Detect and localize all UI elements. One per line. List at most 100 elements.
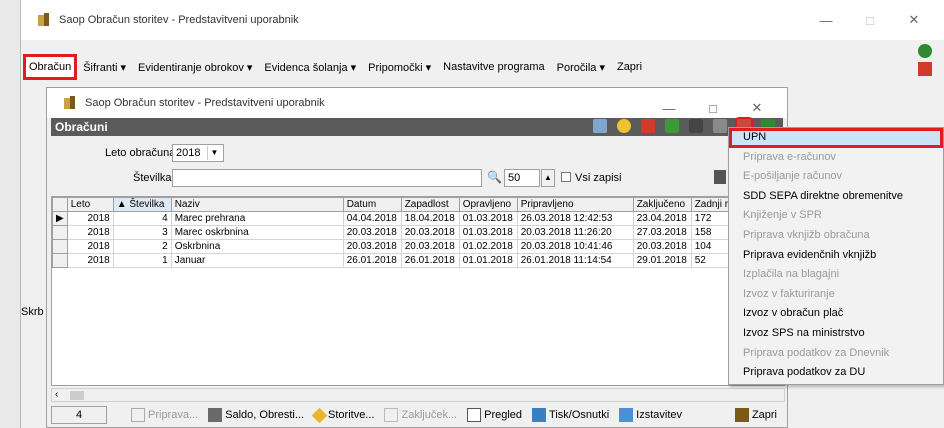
menu-item-priprava-e-racunov[interactable]: Priprava e-računov [729, 148, 943, 168]
table-cell: 20.03.2018 11:26:20 [516, 225, 634, 240]
saldo-obresti-label: Saldo, Obresti... [225, 409, 305, 421]
row-indicator-header [52, 197, 68, 212]
row-indicator: ▶ [52, 211, 68, 226]
excel-icon[interactable] [665, 119, 679, 133]
column-header[interactable]: Zapadlost [400, 197, 460, 212]
table-row[interactable]: 2018 2 Oskrbnina 20.03.2018 20.03.2018 0… [52, 239, 742, 254]
storitve-button[interactable]: Storitve... [311, 407, 375, 423]
column-header[interactable]: Naziv [170, 197, 344, 212]
column-header[interactable]: ▲ Številka [112, 197, 172, 212]
table-cell: 29.01.2018 [632, 253, 692, 268]
export-dropdown-menu: UPN Priprava e-računov E-pošiljanje raču… [728, 127, 944, 385]
row-indicator [52, 239, 68, 254]
main-window-title: Saop Obračun storitev - Predstavitveni u… [59, 14, 299, 26]
search-icon[interactable]: 🔍 [487, 170, 502, 184]
table-cell: 27.03.2018 [632, 225, 692, 240]
minimize-button[interactable]: — [804, 13, 848, 28]
column-header[interactable]: Pripravljeno [516, 197, 634, 212]
year-select[interactable]: 2018 ▼ [172, 144, 224, 162]
table-cell: 2018 [66, 225, 114, 240]
menu-evidentiranje-obrokov[interactable]: Evidentiranje obrokov ▾ [132, 61, 258, 74]
column-header[interactable]: Datum [342, 197, 402, 212]
side-label: Skrb [21, 306, 44, 318]
page-size-stepper[interactable]: ▲ [541, 169, 555, 187]
number-label: Številka [133, 172, 172, 184]
zakljucek-button[interactable]: Zaključek... [384, 408, 457, 422]
number-input[interactable] [172, 169, 482, 187]
table-cell: 20.03.2018 [342, 225, 402, 240]
izstavitev-label: Izstavitev [636, 409, 683, 421]
record-count: 4 [51, 406, 107, 424]
exit-icon[interactable] [918, 62, 932, 76]
star-icon[interactable] [617, 119, 631, 133]
row-indicator [52, 225, 68, 240]
menu-porocila[interactable]: Poročila ▾ [551, 61, 611, 74]
delete-icon[interactable] [641, 119, 655, 133]
izstavitev-button[interactable]: Izstavitev [619, 408, 682, 422]
scroll-left-icon[interactable]: ‹ [55, 389, 58, 400]
menu-item-izvoz-v-obracun-plac[interactable]: Izvoz v obračun plač [729, 304, 943, 324]
table-cell: 20.03.2018 10:41:46 [516, 239, 634, 254]
inner-minimize-button[interactable]: — [647, 101, 691, 116]
refresh-icon[interactable] [918, 44, 932, 58]
maximize-button[interactable]: □ [848, 13, 892, 28]
menu-item-sdd-sepa[interactable]: SDD SEPA direktne obremenitve [729, 187, 943, 207]
inner-close-button[interactable]: ✕ [735, 100, 779, 116]
scroll-thumb[interactable] [70, 391, 84, 400]
door-icon [734, 408, 749, 422]
page-size-input[interactable]: 50 [504, 169, 540, 187]
copy-icon[interactable] [713, 119, 727, 133]
zapri-label: Zapri [751, 409, 777, 421]
menu-zapri[interactable]: Zapri [611, 61, 648, 73]
all-records-checkbox[interactable] [561, 172, 571, 182]
table-cell: Marec oskrbnina [170, 225, 344, 240]
saldo-icon [208, 408, 223, 422]
menu-item-izplacila-na-blagajni[interactable]: Izplačila na blagajni [729, 265, 943, 285]
horizontal-scrollbar[interactable]: ‹ [51, 388, 785, 402]
menu-item-knjizenje-v-spr[interactable]: Knjiženje v SPR [729, 206, 943, 226]
inner-window-title: Saop Obračun storitev - Predstavitveni u… [85, 97, 325, 109]
priprava-icon [131, 408, 145, 422]
column-header[interactable]: Opravljeno [458, 197, 518, 212]
priprava-button[interactable]: Priprava... [131, 408, 198, 422]
tisk-osnutki-label: Tisk/Osnutki [549, 409, 610, 421]
table-cell: 01.02.2018 [458, 239, 518, 254]
menu-item-priprava-evidencnih-vknjizb[interactable]: Priprava evidenčnih vknjižb [729, 246, 943, 266]
tisk-osnutki-button[interactable]: Tisk/Osnutki [532, 408, 609, 422]
menu-sifranti[interactable]: Šifranti ▾ [77, 61, 132, 74]
priprava-label: Priprava... [148, 409, 199, 421]
document-icon[interactable] [714, 170, 726, 184]
inner-maximize-button[interactable]: □ [691, 101, 735, 116]
table-cell: 18.04.2018 [400, 211, 460, 226]
menu-item-priprava-vknjizb-obracuna[interactable]: Priprava vknjižb obračuna [729, 226, 943, 246]
all-records-label: Vsi zapisi [575, 172, 622, 184]
pregled-icon [467, 408, 482, 422]
menu-item-e-posiljanje-racunov[interactable]: E-pošiljanje računov [729, 167, 943, 187]
menu-item-izvoz-v-fakturiranje[interactable]: Izvoz v fakturiranje [729, 285, 943, 305]
zapri-button[interactable]: Zapri [734, 408, 777, 422]
menu-evidenca-solanja[interactable]: Evidenca šolanja ▾ [258, 61, 362, 74]
menu-item-priprava-podatkov-du[interactable]: Priprava podatkov za DU [729, 363, 943, 383]
close-button[interactable]: ✕ [892, 12, 936, 28]
menu-nastavitve-programa[interactable]: Nastavitve programa [437, 61, 551, 73]
app-icon [63, 96, 77, 110]
column-header[interactable]: Zaključeno [632, 197, 692, 212]
table-row[interactable]: 2018 1 Januar 26.01.2018 26.01.2018 01.0… [52, 253, 742, 268]
menu-obracun[interactable]: Obračun [23, 54, 78, 80]
izstavitev-icon [619, 408, 634, 422]
menu-item-izvoz-sps[interactable]: Izvoz SPS na ministrstvo [729, 324, 943, 344]
print-icon[interactable] [689, 119, 703, 133]
table-row[interactable]: ▶ 2018 4 Marec prehrana 04.04.2018 18.04… [52, 211, 742, 226]
panel-title: Obračuni [55, 120, 108, 134]
menu-pripomocki[interactable]: Pripomočki ▾ [362, 61, 437, 74]
column-header[interactable]: Leto [66, 197, 114, 212]
saldo-obresti-button[interactable]: Saldo, Obresti... [208, 408, 304, 422]
storitve-label: Storitve... [328, 409, 375, 421]
table-cell: 01.03.2018 [458, 225, 518, 240]
menu-item-upn[interactable]: UPN [729, 128, 943, 148]
pregled-button[interactable]: Pregled [467, 408, 522, 422]
table-row[interactable]: 2018 3 Marec oskrbnina 20.03.2018 20.03.… [52, 225, 742, 240]
menu-item-priprava-podatkov-dnevnik[interactable]: Priprava podatkov za Dnevnik [729, 344, 943, 364]
zakljucek-label: Zaključek... [401, 409, 458, 421]
grid-icon[interactable] [593, 119, 607, 133]
